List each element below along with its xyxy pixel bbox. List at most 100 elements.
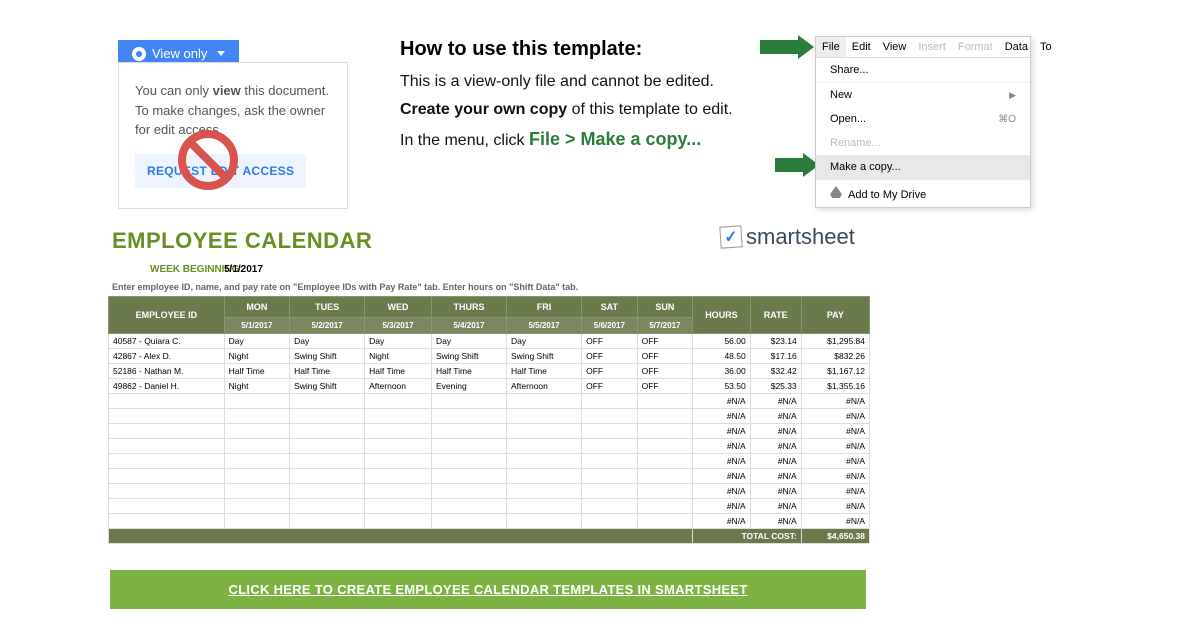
cell-na: #N/A (801, 424, 869, 439)
cell-shift[interactable]: Day (224, 334, 289, 349)
menu-view[interactable]: View (877, 37, 913, 57)
table-row[interactable]: #N/A#N/A#N/A (109, 424, 870, 439)
brand-text: smartsheet (746, 224, 855, 250)
cell-empid[interactable]: 40587 - Quiara C. (109, 334, 225, 349)
cell-shift[interactable]: Swing Shift (290, 349, 365, 364)
cell-pay[interactable]: $1,167.12 (801, 364, 869, 379)
menu-item-new[interactable]: New▶ (816, 83, 1030, 107)
cell-na: #N/A (750, 514, 801, 529)
cell-shift[interactable]: Half Time (290, 364, 365, 379)
menu-format: Format (952, 37, 999, 57)
cell-empid[interactable]: 42867 - Alex D. (109, 349, 225, 364)
cell-na: #N/A (801, 514, 869, 529)
table-row[interactable]: 52186 - Nathan M.Half TimeHalf TimeHalf … (109, 364, 870, 379)
cell-shift[interactable]: Night (224, 349, 289, 364)
cell-shift[interactable]: OFF (582, 334, 638, 349)
menu-edit[interactable]: Edit (846, 37, 877, 57)
table-row[interactable]: 42867 - Alex D.NightSwing ShiftNightSwin… (109, 349, 870, 364)
cell-shift[interactable]: OFF (582, 364, 638, 379)
cell-hours[interactable]: 56.00 (693, 334, 751, 349)
cell-na: #N/A (693, 484, 751, 499)
menu-file[interactable]: File (816, 37, 846, 57)
cell-na: #N/A (693, 409, 751, 424)
info-text: You can only (135, 83, 213, 98)
menu-tools[interactable]: To (1034, 37, 1058, 57)
menu-item-rename: Rename... (816, 131, 1030, 155)
cell-shift[interactable]: OFF (637, 364, 693, 379)
cell-shift[interactable]: OFF (582, 379, 638, 394)
cell-na: #N/A (750, 469, 801, 484)
cell-empid[interactable]: 49862 - Daniel H. (109, 379, 225, 394)
col-rate: RATE (750, 297, 801, 334)
cell-hours[interactable]: 36.00 (693, 364, 751, 379)
cell-shift[interactable]: Half Time (507, 364, 582, 379)
menu-path-text: File > Make a copy... (529, 129, 701, 149)
info-bold: view (213, 83, 241, 98)
cell-rate[interactable]: $25.33 (750, 379, 801, 394)
cell-shift[interactable]: Night (365, 349, 432, 364)
cell-shift[interactable]: Day (290, 334, 365, 349)
cell-shift[interactable]: Half Time (431, 364, 506, 379)
instructions-line: In the menu, click File > Make a copy... (400, 129, 800, 150)
cell-shift[interactable]: Swing Shift (290, 379, 365, 394)
instructions-title: How to use this template: (400, 38, 800, 61)
cell-na: #N/A (693, 499, 751, 514)
cell-pay[interactable]: $832.26 (801, 349, 869, 364)
cell-shift[interactable]: Day (507, 334, 582, 349)
table-row[interactable]: 49862 - Daniel H.NightSwing ShiftAfterno… (109, 379, 870, 394)
cell-na: #N/A (693, 439, 751, 454)
cell-shift[interactable]: Evening (431, 379, 506, 394)
table-row[interactable]: #N/A#N/A#N/A (109, 514, 870, 529)
cell-rate[interactable]: $32.42 (750, 364, 801, 379)
cell-shift[interactable]: OFF (637, 379, 693, 394)
cell-na: #N/A (693, 514, 751, 529)
col-sat: SAT (582, 297, 638, 318)
menu-item-add-drive[interactable]: Add to My Drive (816, 180, 1030, 207)
cell-shift[interactable]: OFF (637, 349, 693, 364)
cell-shift[interactable]: Afternoon (507, 379, 582, 394)
menu-item-open[interactable]: Open...⌘O (816, 107, 1030, 131)
cell-na: #N/A (801, 439, 869, 454)
menu-data[interactable]: Data (999, 37, 1034, 57)
cell-shift[interactable]: Half Time (365, 364, 432, 379)
eye-icon (132, 47, 146, 61)
cta-banner-link[interactable]: CLICK HERE TO CREATE EMPLOYEE CALENDAR T… (110, 570, 866, 609)
cell-shift[interactable]: Day (365, 334, 432, 349)
menu-item-share[interactable]: Share... (816, 58, 1030, 82)
cell-rate[interactable]: $17.16 (750, 349, 801, 364)
cell-hours[interactable]: 48.50 (693, 349, 751, 364)
col-tue: TUES (290, 297, 365, 318)
table-row[interactable]: #N/A#N/A#N/A (109, 499, 870, 514)
table-row[interactable]: #N/A#N/A#N/A (109, 469, 870, 484)
table-row[interactable]: #N/A#N/A#N/A (109, 439, 870, 454)
cell-na: #N/A (801, 394, 869, 409)
employee-table: EMPLOYEE ID MON TUES WED THURS FRI SAT S… (108, 296, 870, 544)
cell-shift[interactable]: Day (431, 334, 506, 349)
cell-shift[interactable]: Half Time (224, 364, 289, 379)
cell-shift[interactable]: OFF (637, 334, 693, 349)
help-text: Enter employee ID, name, and pay rate on… (112, 282, 578, 292)
cell-hours[interactable]: 53.50 (693, 379, 751, 394)
table-row[interactable]: #N/A#N/A#N/A (109, 409, 870, 424)
date-header: 5/5/2017 (507, 318, 582, 334)
menu-bar: File Edit View Insert Format Data To (816, 37, 1030, 58)
cell-shift[interactable]: Night (224, 379, 289, 394)
table-row[interactable]: #N/A#N/A#N/A (109, 454, 870, 469)
cell-empid[interactable]: 52186 - Nathan M. (109, 364, 225, 379)
table-row[interactable]: 40587 - Quiara C.DayDayDayDayDayOFFOFF56… (109, 334, 870, 349)
table-row[interactable]: #N/A#N/A#N/A (109, 484, 870, 499)
cell-pay[interactable]: $1,295.84 (801, 334, 869, 349)
cell-shift[interactable]: Swing Shift (431, 349, 506, 364)
drive-icon (830, 186, 842, 198)
cell-shift[interactable]: Swing Shift (507, 349, 582, 364)
table-row[interactable]: #N/A#N/A#N/A (109, 394, 870, 409)
cell-na: #N/A (801, 499, 869, 514)
cell-rate[interactable]: $23.14 (750, 334, 801, 349)
cell-shift[interactable]: Afternoon (365, 379, 432, 394)
col-thu: THURS (431, 297, 506, 318)
prohibited-icon (178, 130, 238, 190)
menu-item-make-copy[interactable]: Make a copy... (816, 155, 1030, 179)
shortcut: ⌘O (998, 114, 1016, 125)
cell-pay[interactable]: $1,355.16 (801, 379, 869, 394)
cell-shift[interactable]: OFF (582, 349, 638, 364)
